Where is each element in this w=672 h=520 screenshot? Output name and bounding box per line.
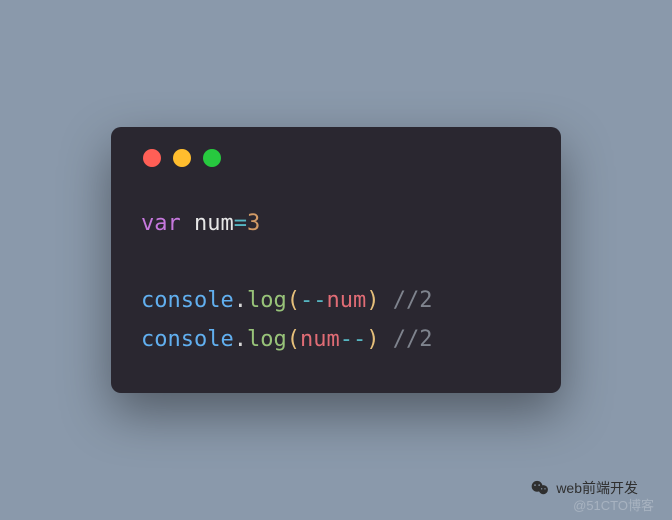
blank-line <box>141 244 531 283</box>
dot: . <box>234 327 247 352</box>
code-content: var num=3console.log(--num) //2console.l… <box>141 205 531 359</box>
code-line-1: var num=3 <box>141 205 531 244</box>
pre-decrement: -- <box>300 288 327 313</box>
close-icon <box>143 149 161 167</box>
method-log: log <box>247 288 287 313</box>
arg-num: num <box>300 327 340 352</box>
keyword-var: var <box>141 211 181 236</box>
rparen: ) <box>366 288 379 313</box>
code-line-4: console.log(num--) //2 <box>141 321 531 360</box>
wechat-icon <box>530 478 550 498</box>
post-decrement: -- <box>340 327 367 352</box>
watermark: @51CTO博客 <box>573 495 654 514</box>
arg-num: num <box>326 288 366 313</box>
method-log: log <box>247 327 287 352</box>
comment: //2 <box>393 288 433 313</box>
number-literal: 3 <box>247 211 260 236</box>
code-line-3: console.log(--num) //2 <box>141 282 531 321</box>
object-console: console <box>141 288 234 313</box>
dot: . <box>234 288 247 313</box>
comment: //2 <box>393 327 433 352</box>
minimize-icon <box>173 149 191 167</box>
identifier-num: num <box>194 211 234 236</box>
operator-assign: = <box>234 211 247 236</box>
lparen: ( <box>287 327 300 352</box>
maximize-icon <box>203 149 221 167</box>
traffic-lights <box>143 149 531 167</box>
lparen: ( <box>287 288 300 313</box>
rparen: ) <box>366 327 379 352</box>
code-window: var num=3console.log(--num) //2console.l… <box>111 127 561 393</box>
object-console: console <box>141 327 234 352</box>
